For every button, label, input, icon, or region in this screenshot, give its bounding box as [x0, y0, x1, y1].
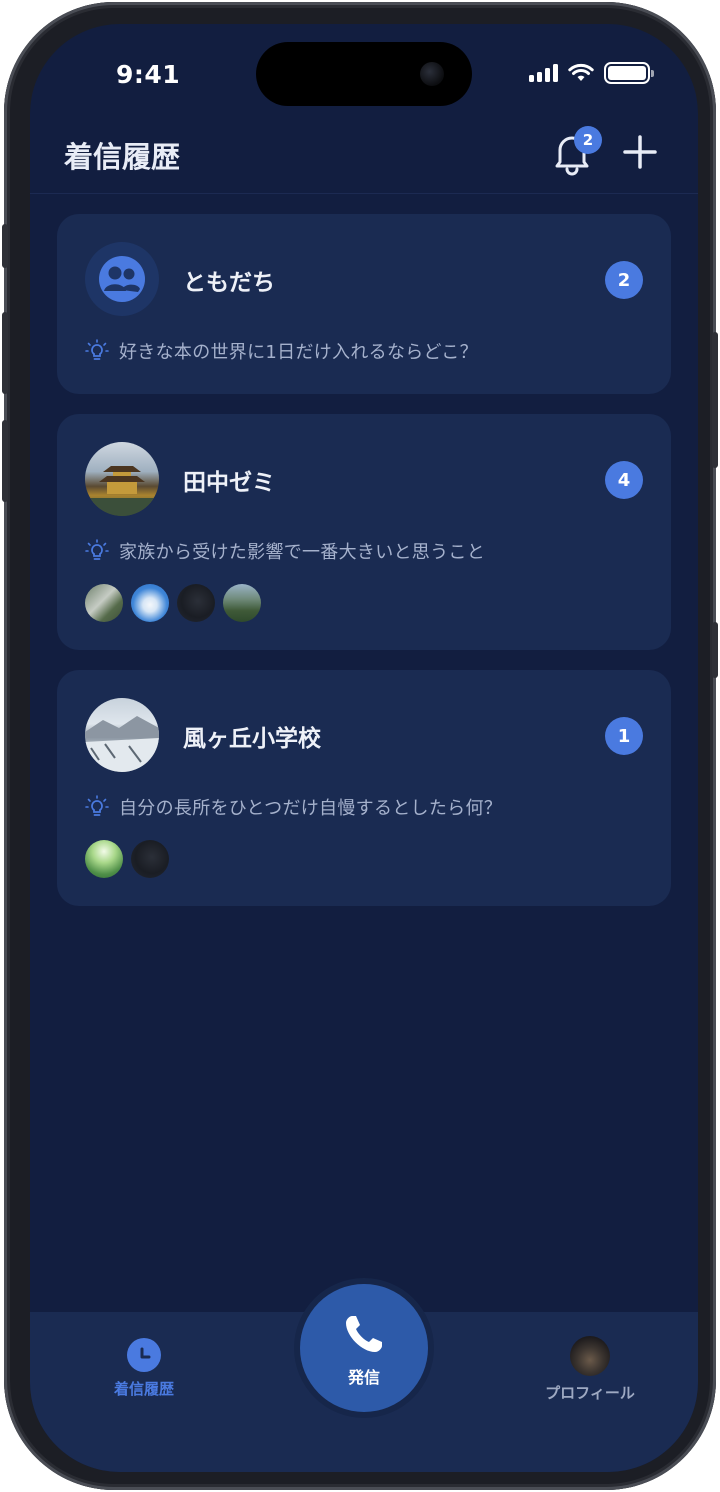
group-card-tanaka-seminar[interactable]: 田中ゼミ 4 家族から受けた影響で一番大きいと思うこと	[57, 414, 671, 650]
temple-photo	[85, 466, 159, 516]
tab-history-label: 着信履歴	[113, 1380, 174, 1398]
topic-row: 自分の長所をひとつだけ自慢するとしたら何？	[85, 794, 502, 820]
member-avatar	[85, 840, 123, 878]
group-icon	[99, 256, 145, 302]
dynamic-island	[256, 42, 472, 106]
lightbulb-icon	[85, 339, 109, 360]
volume-down-button	[2, 420, 8, 502]
phone-frame: 9:41 着信履歴 2 ともだち 2 好きな本の世界に1日だけ入れるならどこ？ …	[2, 2, 718, 1490]
wifi-icon	[568, 63, 594, 81]
group-card-kazegaoka[interactable]: 風ヶ丘小学校 1 自分の長所をひとつだけ自慢するとしたら何？	[57, 670, 671, 906]
group-name: 田中ゼミ	[183, 470, 275, 496]
lightbulb-icon	[85, 795, 109, 816]
topic-row: 家族から受けた影響で一番大きいと思うこと	[85, 538, 485, 564]
member-avatars	[85, 584, 261, 622]
unread-count-badge: 1	[605, 717, 643, 755]
member-avatar	[85, 584, 123, 622]
call-label: 発信	[347, 1368, 380, 1387]
group-avatar	[85, 242, 159, 316]
profile-avatar	[570, 1336, 610, 1376]
call-button[interactable]: 発信	[300, 1284, 428, 1412]
topic-text: 好きな本の世界に1日だけ入れるならどこ？	[119, 342, 478, 363]
status-time: 9:41	[116, 60, 181, 89]
snowy-landscape-avatar	[85, 698, 159, 772]
notification-badge: 2	[574, 126, 602, 154]
member-avatar	[177, 584, 215, 622]
status-icons	[529, 62, 654, 84]
member-avatars	[85, 840, 169, 878]
topic-row: 好きな本の世界に1日だけ入れるならどこ？	[85, 338, 478, 364]
member-avatar	[131, 584, 169, 622]
clock-icon	[127, 1338, 161, 1372]
tab-profile[interactable]: プロフィール	[530, 1336, 650, 1403]
tab-profile-label: プロフィール	[545, 1384, 635, 1402]
group-name: ともだち	[183, 270, 275, 296]
app-header: 着信履歴 2	[30, 120, 698, 194]
temple-avatar	[85, 442, 159, 516]
tab-history[interactable]: 着信履歴	[104, 1338, 184, 1399]
topic-text: 家族から受けた影響で一番大きいと思うこと	[119, 542, 485, 563]
member-avatar	[223, 584, 261, 622]
app-screen: 9:41 着信履歴 2 ともだち 2 好きな本の世界に1日だけ入れるならどこ？ …	[30, 24, 698, 1472]
signal-icon	[529, 64, 558, 82]
camera-icon	[420, 62, 444, 86]
phone-icon	[346, 1316, 382, 1352]
power-button	[712, 332, 718, 468]
snowy-landscape-photo	[85, 716, 159, 772]
notification-button[interactable]: 2	[550, 126, 602, 176]
add-button[interactable]	[620, 132, 660, 172]
battery-icon	[604, 62, 654, 84]
side-button	[712, 622, 718, 678]
mute-switch	[2, 224, 8, 268]
plus-icon	[623, 135, 657, 169]
unread-count-badge: 4	[605, 461, 643, 499]
lightbulb-icon	[85, 539, 109, 560]
group-card-tomodachi[interactable]: ともだち 2 好きな本の世界に1日だけ入れるならどこ？	[57, 214, 671, 394]
volume-up-button	[2, 312, 8, 394]
unread-count-badge: 2	[605, 261, 643, 299]
member-avatar	[131, 840, 169, 878]
group-name: 風ヶ丘小学校	[183, 726, 321, 752]
page-title: 着信履歴	[64, 140, 181, 174]
topic-text: 自分の長所をひとつだけ自慢するとしたら何？	[119, 798, 503, 819]
